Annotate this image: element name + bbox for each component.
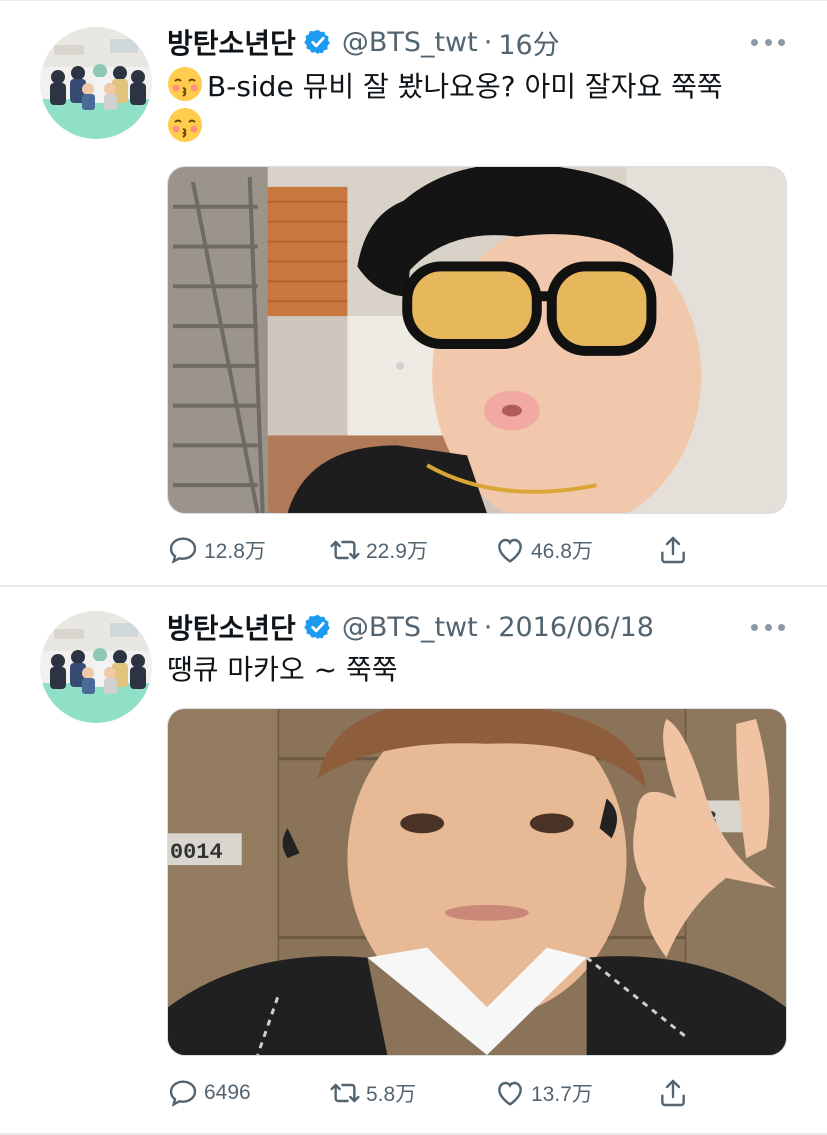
retweet-button[interactable]: 5.8万 (329, 1075, 416, 1111)
divider (0, 0, 827, 1)
verified-badge-icon (304, 614, 330, 640)
share-button[interactable] (657, 1075, 689, 1111)
avatar[interactable] (40, 27, 152, 139)
tweet-text-content: B-side 뮤비 잘 봤나요옹? 아미 잘자요 쭉쭉 (207, 70, 723, 103)
tweet-actions: 6496 5.8万 13.7万 (167, 1075, 727, 1111)
avatar[interactable] (40, 611, 152, 723)
reply-count: 6496 (204, 1081, 251, 1104)
retweet-icon (330, 540, 360, 560)
author-name[interactable]: 방탄소년단 (167, 22, 296, 62)
more-options-icon[interactable] (751, 36, 785, 48)
like-count: 46.8万 (531, 540, 593, 563)
like-button[interactable]: 13.7万 (494, 1075, 593, 1111)
retweet-icon (330, 1083, 360, 1103)
timeline: 방탄소년단 @BTS_twt · 16分 B-side 뮤비 잘 봤나요옹? 아… (0, 0, 827, 1135)
author-name[interactable]: 방탄소년단 (167, 607, 296, 647)
share-button[interactable] (657, 532, 689, 568)
reply-button[interactable]: 6496 (167, 1075, 251, 1111)
separator-dot: · (483, 611, 493, 643)
tweet-header: 방탄소년단 @BTS_twt · 16分 (167, 22, 560, 62)
reply-count: 12.8万 (204, 540, 266, 563)
author-handle[interactable]: @BTS_twt (342, 27, 478, 58)
reply-icon (169, 1080, 197, 1107)
tweet[interactable]: 방탄소년단 @BTS_twt · 16分 B-side 뮤비 잘 봤나요옹? 아… (0, 0, 827, 587)
svg-text:0014: 0014 (170, 840, 223, 865)
separator-dot: · (483, 26, 493, 58)
like-icon (498, 538, 522, 563)
like-icon (498, 1081, 522, 1106)
tweet-text: 땡큐 마카오 ~ 쭉쭉 (167, 650, 782, 690)
tweet[interactable]: 방탄소년단 @BTS_twt · 2016/06/18 땡큐 마카오 ~ 쭉쭉 (0, 587, 827, 1135)
tweet-timestamp[interactable]: 2016/06/18 (498, 612, 654, 643)
retweet-count: 5.8万 (366, 1083, 417, 1106)
locker-number-left: 0014 (168, 833, 242, 865)
verified-badge-icon (304, 29, 330, 55)
like-button[interactable]: 46.8万 (494, 532, 593, 568)
reply-icon (169, 537, 197, 564)
tweet-timestamp[interactable]: 16分 (498, 23, 559, 62)
retweet-count: 22.9万 (366, 540, 428, 563)
tweet-text: B-side 뮤비 잘 봤나요옹? 아미 잘자요 쭉쭉 (167, 66, 782, 148)
tweet-photo[interactable]: 0014 0013 (167, 708, 787, 1056)
like-count: 13.7万 (531, 1083, 593, 1106)
tweet-text-content: 땡큐 마카오 ~ 쭉쭉 (167, 653, 398, 686)
kissing-face-emoji (168, 67, 202, 101)
author-handle[interactable]: @BTS_twt (342, 612, 478, 643)
more-options-icon[interactable] (751, 621, 785, 633)
tweet-actions: 12.8万 22.9万 46.8万 (167, 532, 727, 568)
reply-button[interactable]: 12.8万 (167, 532, 266, 568)
share-icon (661, 536, 685, 564)
retweet-button[interactable]: 22.9万 (329, 532, 428, 568)
kissing-face-emoji (168, 108, 202, 142)
tweet-header: 방탄소년단 @BTS_twt · 2016/06/18 (167, 607, 654, 647)
share-icon (661, 1079, 685, 1107)
tweet-photo[interactable] (167, 166, 787, 514)
